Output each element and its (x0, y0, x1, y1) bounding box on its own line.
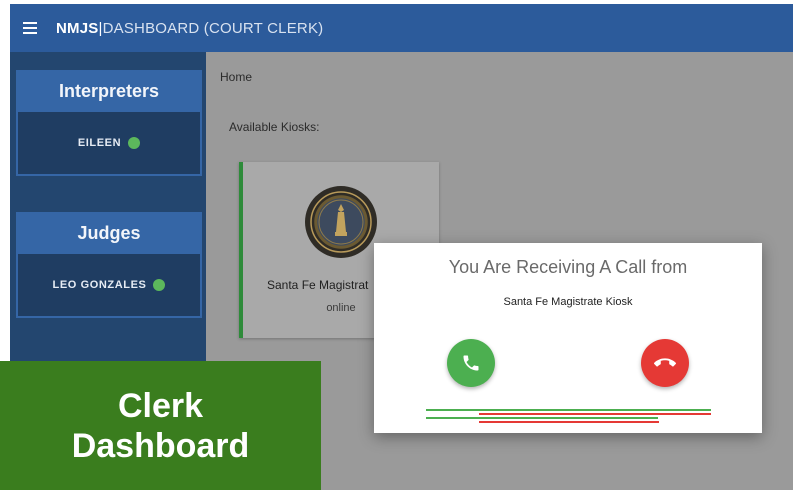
judges-title: Judges (77, 222, 141, 243)
judges-panel: Judges LEO GONZALES (16, 212, 202, 318)
incoming-call-dialog: You Are Receiving A Call from Santa Fe M… (374, 243, 762, 433)
caption-line-1: Clerk (117, 386, 204, 425)
ringing-progress-line (479, 413, 711, 415)
call-dialog-title: You Are Receiving A Call from (448, 257, 688, 277)
phone-icon (463, 355, 479, 371)
seal-figure (310, 191, 372, 253)
menu-icon[interactable] (10, 4, 50, 52)
interpreter-item[interactable]: EILEEN (18, 112, 200, 174)
available-kiosks-label: Available Kiosks: (229, 120, 320, 134)
interpreters-title: Interpreters (58, 80, 160, 101)
online-status-icon (153, 279, 166, 291)
clerk-dashboard-caption: Clerk Dashboard (0, 361, 321, 490)
hang-up-icon (654, 358, 676, 367)
app-bar: NMJS|DASHBOARD (COURT CLERK) (10, 4, 793, 52)
kiosk-name: Santa Fe Magistrat (267, 278, 369, 292)
app-section: DASHBOARD (COURT CLERK) (102, 19, 324, 37)
ringing-progress-line (426, 417, 658, 419)
breadcrumb-home[interactable]: Home (220, 70, 252, 84)
accept-call-button[interactable] (447, 339, 495, 387)
ringing-progress-line (426, 409, 711, 411)
judge-name: LEO GONZALES (52, 279, 147, 291)
caption-line-2: Dashboard (71, 426, 250, 465)
judge-item[interactable]: LEO GONZALES (18, 254, 200, 316)
ringing-progress-line (479, 421, 659, 423)
caller-name: Santa Fe Magistrate Kiosk (503, 296, 633, 308)
interpreter-name: EILEEN (77, 137, 122, 149)
online-status-icon (128, 137, 141, 149)
app-title: NMJS|DASHBOARD (COURT CLERK) (56, 20, 323, 37)
reject-call-button[interactable] (641, 339, 689, 387)
interpreters-panel: Interpreters EILEEN (16, 70, 202, 176)
app-name: NMJS (56, 19, 99, 37)
court-seal-icon (305, 186, 377, 258)
